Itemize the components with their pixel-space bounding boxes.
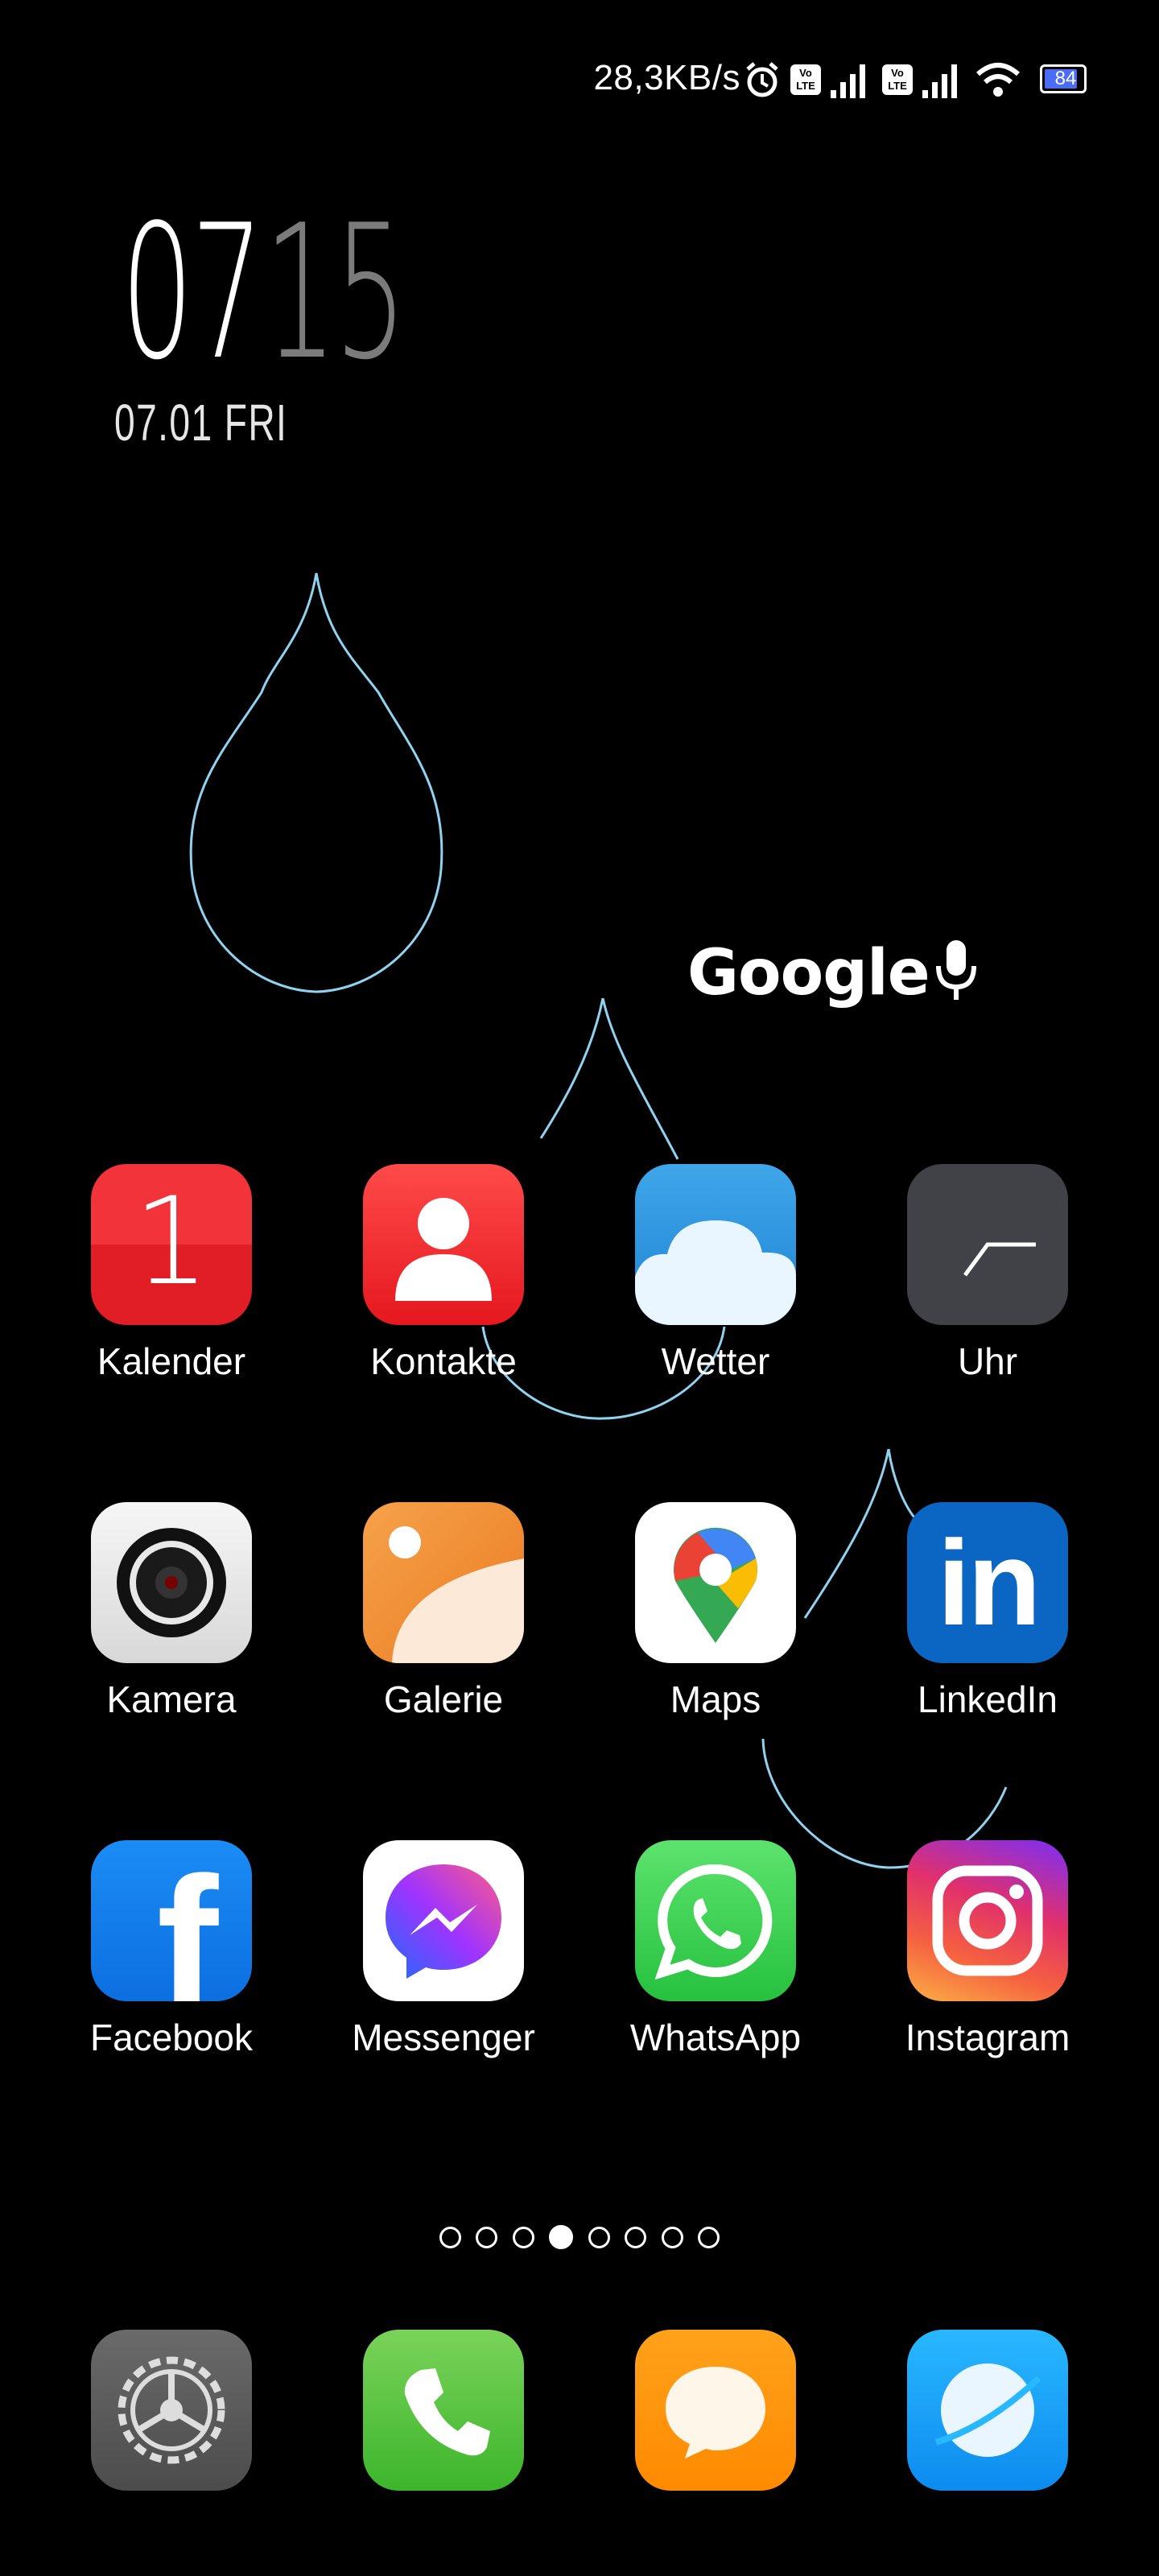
dock-browser[interactable]	[907, 2330, 1068, 2491]
maps-icon[interactable]	[635, 1502, 796, 1663]
app-kamera[interactable]: Kamera	[51, 1502, 292, 1760]
whatsapp-icon[interactable]	[635, 1840, 796, 2001]
app-label: Kontakte	[370, 1340, 517, 1382]
app-kalender[interactable]: 1 Kalender	[51, 1164, 292, 1422]
linkedin-glyph: in	[937, 1515, 1041, 1650]
app-label: Facebook	[89, 2017, 253, 2058]
battery-level: 84	[1054, 68, 1077, 89]
clock-date: 07.01 FRI	[114, 394, 288, 452]
settings-icon[interactable]	[91, 2330, 252, 2491]
calendar-icon[interactable]: 1	[91, 1164, 252, 1325]
app-label: LinkedIn	[918, 1678, 1058, 1720]
app-label: Wetter	[661, 1340, 770, 1382]
app-label: Kamera	[106, 1678, 237, 1720]
app-facebook[interactable]: f Facebook	[51, 1840, 292, 2098]
app-galerie[interactable]: Galerie	[323, 1502, 564, 1760]
page-dot[interactable]	[588, 2226, 610, 2248]
phone-icon[interactable]	[363, 2330, 524, 2491]
facebook-glyph: f	[156, 1840, 219, 2002]
linkedin-icon[interactable]: in	[907, 1502, 1068, 1663]
volte-icon: Vo LTE	[882, 64, 913, 95]
gallery-icon[interactable]	[363, 1502, 524, 1663]
app-whatsapp[interactable]: WhatsApp	[595, 1840, 836, 2098]
contacts-icon[interactable]	[363, 1164, 524, 1325]
page-dot[interactable]	[512, 2226, 534, 2248]
calendar-day: 1	[133, 1172, 210, 1312]
google-logo[interactable]: Google	[687, 937, 930, 1009]
network-speed: 28,3KB/s	[593, 58, 740, 97]
app-messenger[interactable]: Messenger	[323, 1840, 564, 2098]
signal-icon	[922, 64, 957, 98]
app-wetter[interactable]: Wetter	[595, 1164, 836, 1422]
status-bar: 28,3KB/s Vo LTE Vo LTE 84	[0, 0, 1159, 161]
app-label: Maps	[670, 1678, 761, 1720]
camera-icon[interactable]	[91, 1502, 252, 1663]
page-dot[interactable]	[439, 2226, 461, 2248]
app-linkedin[interactable]: in LinkedIn	[867, 1502, 1108, 1760]
battery-icon: 84	[1040, 64, 1087, 93]
app-label: Galerie	[383, 1678, 504, 1720]
clock-app-icon[interactable]	[907, 1164, 1068, 1325]
app-kontakte[interactable]: Kontakte	[323, 1164, 564, 1422]
browser-icon[interactable]	[907, 2330, 1068, 2491]
app-uhr[interactable]: Uhr	[867, 1164, 1108, 1422]
dock-settings[interactable]	[91, 2330, 252, 2491]
dock-messages[interactable]	[635, 2330, 796, 2491]
wallpaper-drop	[189, 572, 443, 993]
messages-icon[interactable]	[635, 2330, 796, 2491]
page-dot[interactable]	[476, 2226, 498, 2248]
page-dot[interactable]	[698, 2226, 720, 2248]
app-label: Kalender	[97, 1340, 246, 1382]
alarm-icon	[746, 62, 778, 97]
page-dot-active[interactable]	[549, 2225, 574, 2249]
clock-hours[interactable]: 07	[121, 201, 264, 386]
app-maps[interactable]: Maps	[595, 1502, 836, 1760]
weather-icon[interactable]	[635, 1164, 796, 1325]
facebook-icon[interactable]: f	[91, 1840, 252, 2001]
google-search-widget[interactable]: Google	[668, 926, 1006, 1014]
app-label: WhatsApp	[629, 2017, 802, 2058]
messenger-icon[interactable]	[363, 1840, 524, 2001]
volte-icon: Vo LTE	[790, 64, 821, 95]
app-label: Messenger	[352, 2017, 535, 2058]
clock-minutes[interactable]: 15	[264, 201, 407, 386]
app-label: Instagram	[905, 2017, 1070, 2058]
wifi-icon	[976, 63, 1020, 97]
app-instagram[interactable]: Instagram	[867, 1840, 1108, 2098]
page-dot[interactable]	[661, 2226, 683, 2248]
app-label: Uhr	[957, 1340, 1018, 1382]
microphone-icon[interactable]	[932, 939, 980, 1003]
dock-phone[interactable]	[363, 2330, 524, 2491]
page-indicator[interactable]	[0, 2225, 1159, 2257]
page-dot[interactable]	[625, 2226, 647, 2248]
signal-icon	[831, 64, 865, 98]
instagram-icon[interactable]	[907, 1840, 1068, 2001]
